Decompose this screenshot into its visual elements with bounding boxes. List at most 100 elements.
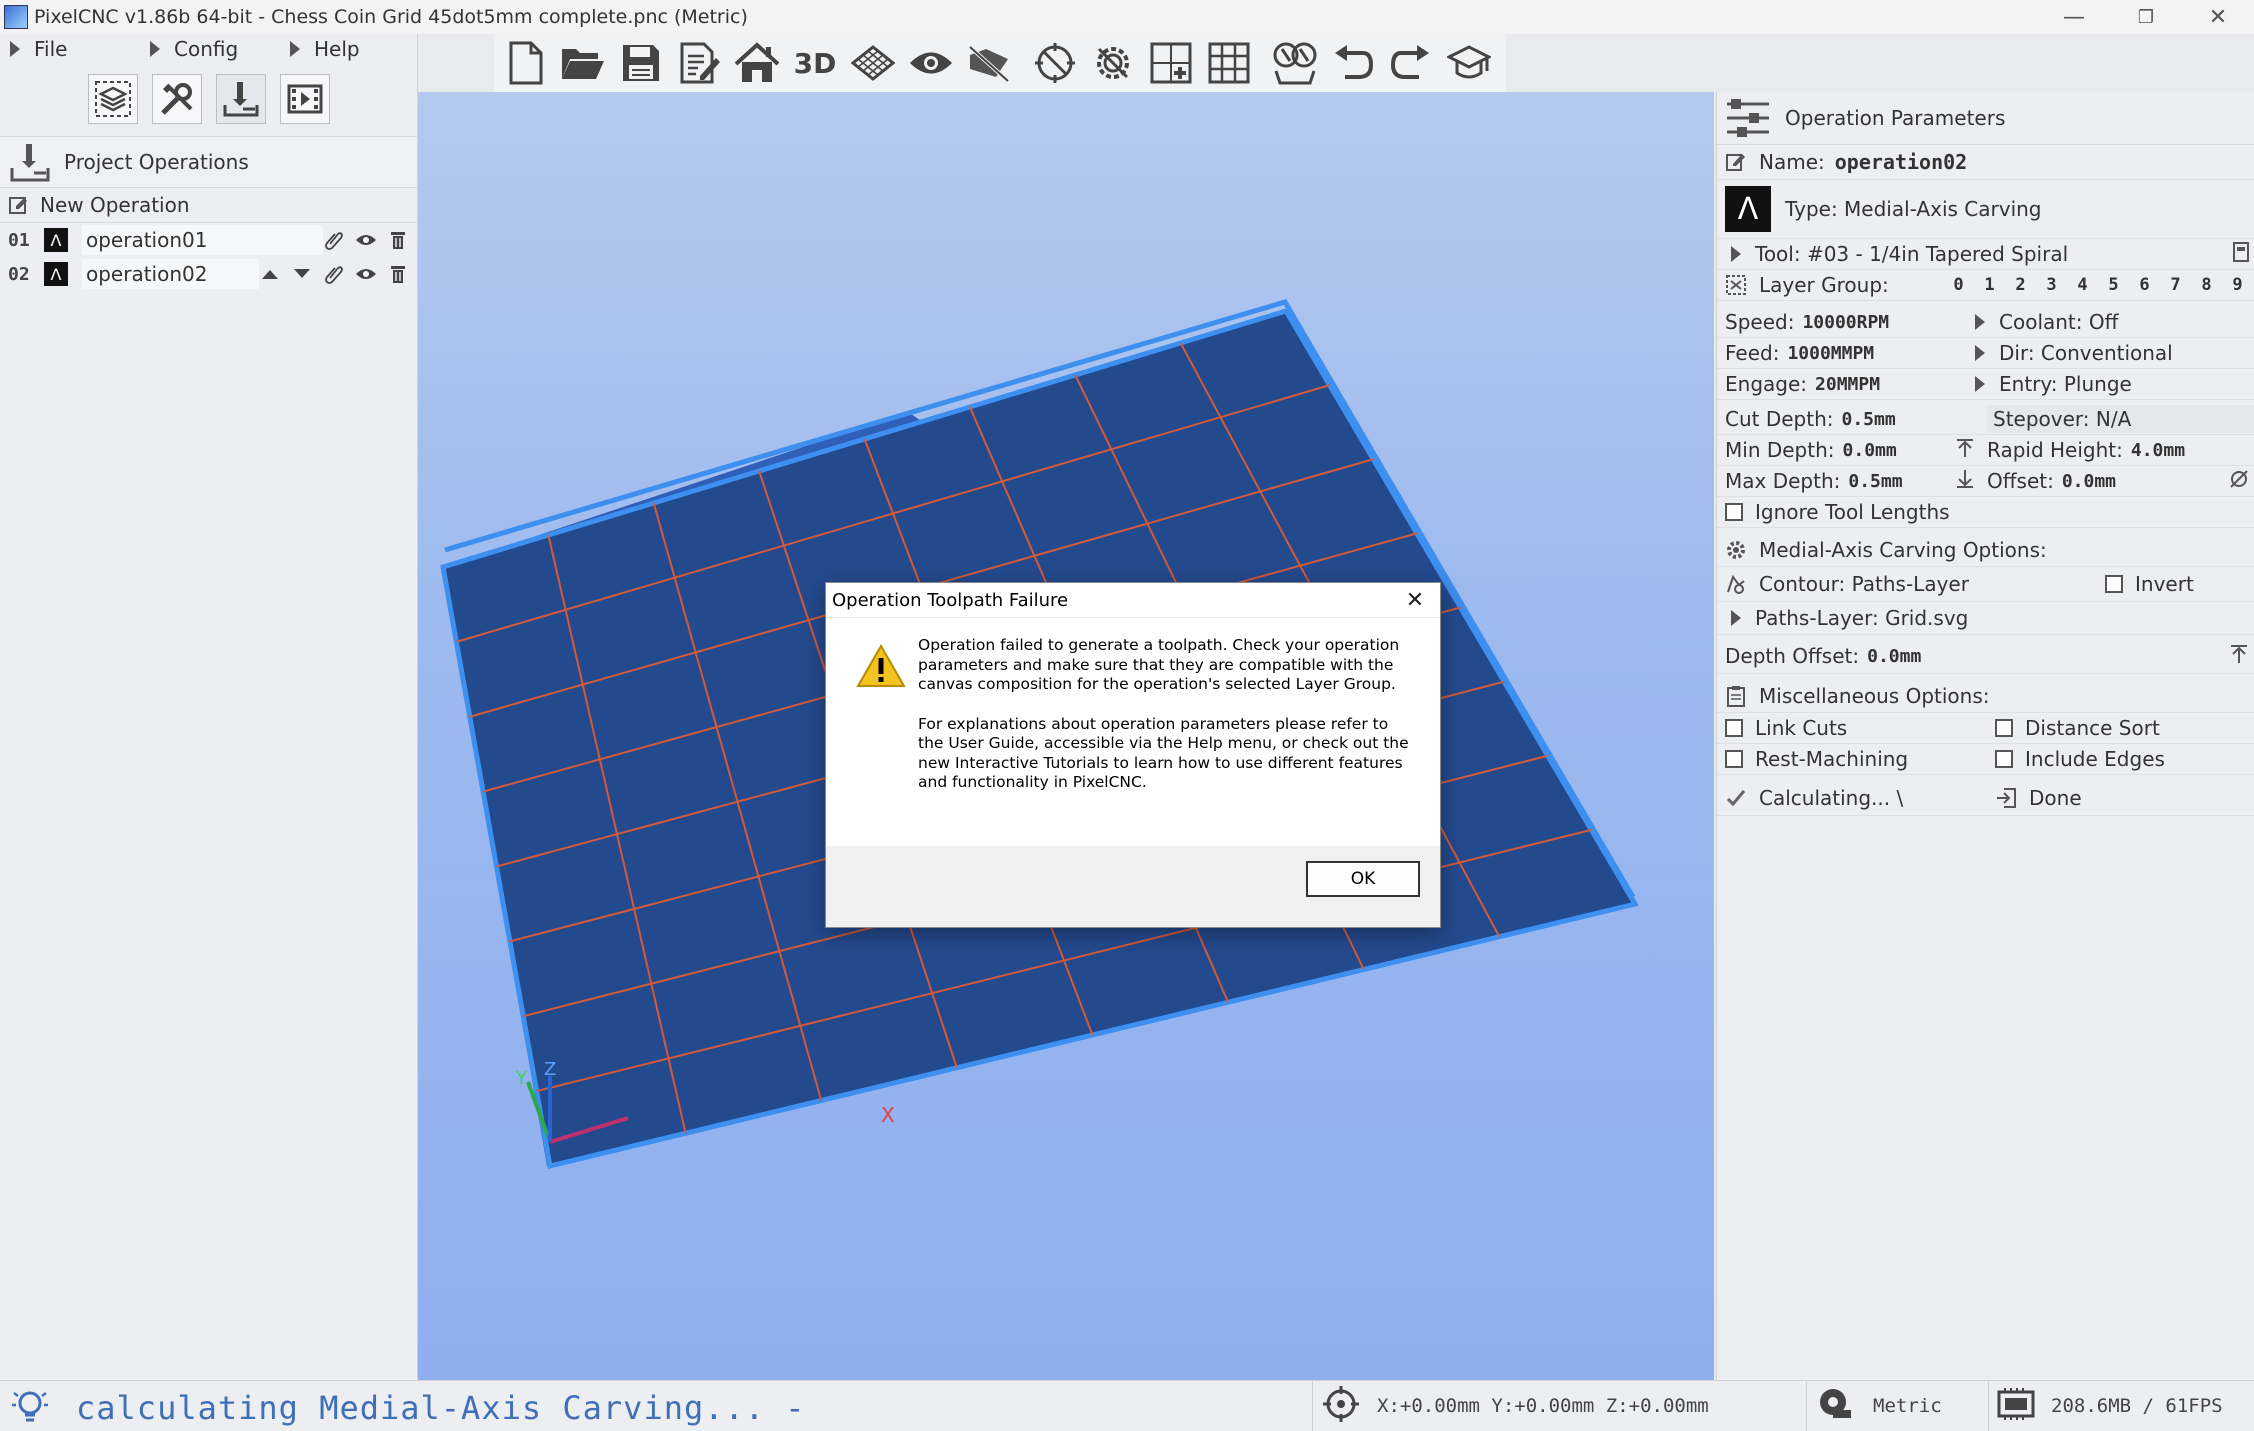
arrow-up-icon [1955, 438, 1987, 463]
stepover-field[interactable]: Stepover: N/A [1987, 405, 2254, 433]
ok-button[interactable]: OK [1306, 861, 1420, 897]
undo-button[interactable] [1328, 38, 1378, 88]
distance-sort-checkbox[interactable] [1995, 719, 2013, 737]
operation-parameters-header: Operation Parameters [1717, 92, 2254, 145]
new-file-button[interactable] [500, 38, 550, 88]
entry-dropdown[interactable]: Entry: Plunge [1975, 372, 2132, 396]
invert-option[interactable]: Invert [2105, 572, 2194, 596]
no-toolpath-icon [1035, 43, 1075, 83]
menu-config[interactable]: Config [150, 37, 290, 61]
operation-row-01[interactable]: 01 Λ operation01 [0, 223, 417, 257]
rest-machining-checkbox[interactable] [1725, 750, 1743, 768]
wireframe-view-button[interactable] [848, 38, 898, 88]
toolpath-settings-button[interactable] [1088, 38, 1138, 88]
operation-name[interactable]: operation02 [82, 259, 259, 289]
rest-machining-option[interactable]: Rest-Machining [1725, 747, 1995, 771]
name-row[interactable]: Name: operation02 [1717, 145, 2254, 180]
name-value[interactable]: operation02 [1835, 150, 1967, 174]
min-depth-row: Min Depth: 0.0mm Rapid Height: 4.0mm [1717, 435, 2254, 466]
calculate-button[interactable]: Calculating... \ [1725, 786, 1995, 810]
minimize-button[interactable]: — [2040, 0, 2108, 34]
direction-dropdown[interactable]: Dir: Conventional [1975, 341, 2173, 365]
layer-digit-5[interactable]: 5 [2098, 275, 2129, 295]
operation-parameters-panel: Operation Parameters Name: operation02 Λ… [1716, 92, 2254, 1380]
include-edges-checkbox[interactable] [1995, 750, 2013, 768]
paperclip-icon[interactable] [323, 229, 345, 251]
arrow-down-icon [1955, 469, 1987, 494]
speed-field[interactable]: Speed: 10000RPM [1725, 310, 1975, 334]
coolant-dropdown[interactable]: Coolant: Off [1975, 310, 2118, 334]
layer-digit-9[interactable]: 9 [2222, 275, 2253, 295]
hide-mesh-button[interactable] [964, 38, 1014, 88]
layer-digit-2[interactable]: 2 [2005, 275, 2036, 295]
graduation-cap-icon [1447, 45, 1491, 79]
ignore-tool-lengths-row[interactable]: Ignore Tool Lengths [1717, 497, 2254, 528]
eye-icon[interactable] [355, 263, 377, 285]
cut-depth-field[interactable]: Cut Depth: 0.5mm [1725, 407, 1987, 431]
tool-library-button[interactable] [1270, 38, 1320, 88]
simulation-tab[interactable] [279, 74, 330, 124]
edit-notes-button[interactable] [674, 38, 724, 88]
eye-icon[interactable] [355, 229, 377, 251]
include-edges-option[interactable]: Include Edges [1995, 747, 2165, 771]
paths-layer-row[interactable]: Paths-Layer: Grid.svg [1717, 602, 2254, 635]
redo-button[interactable] [1386, 38, 1436, 88]
trash-icon[interactable] [387, 229, 409, 251]
coordinates-readout: X:+0.00mm Y:+0.00mm Z:+0.00mm [1312, 1381, 1811, 1431]
tool-info-icon[interactable] [2233, 241, 2249, 267]
offset-field[interactable]: Offset: 0.0mm [1955, 469, 2254, 494]
new-operation-button[interactable]: New Operation [0, 188, 417, 223]
distance-sort-option[interactable]: Distance Sort [1995, 716, 2160, 740]
layer-digit-1[interactable]: 1 [1974, 275, 2005, 295]
operation-name[interactable]: operation01 [82, 225, 323, 255]
menu-help[interactable]: Help [290, 37, 360, 61]
tutorials-button[interactable] [1444, 38, 1494, 88]
min-depth-field[interactable]: Min Depth: 0.0mm [1725, 438, 1955, 462]
move-down-icon[interactable] [291, 263, 313, 285]
trash-icon[interactable] [387, 263, 409, 285]
restore-button[interactable]: ❐ [2112, 0, 2180, 34]
link-cuts-option[interactable]: Link Cuts [1725, 716, 1995, 740]
grid-button[interactable] [1204, 38, 1254, 88]
view-3d-button[interactable]: 3D [790, 38, 840, 88]
invert-checkbox[interactable] [2105, 575, 2123, 593]
ignore-tool-lengths-checkbox[interactable] [1725, 503, 1743, 521]
layer-digit-4[interactable]: 4 [2067, 275, 2098, 295]
units-readout[interactable]: Metric [1806, 1381, 1997, 1431]
open-file-button[interactable] [558, 38, 608, 88]
operation-row-02[interactable]: 02 Λ operation02 [0, 257, 417, 291]
close-window-button[interactable]: ✕ [2184, 0, 2252, 34]
paperclip-icon[interactable] [323, 263, 345, 285]
operations-tab[interactable] [215, 74, 266, 124]
feed-field[interactable]: Feed: 1000MMPM [1725, 341, 1975, 365]
rapid-height-label: Rapid Height: [1987, 438, 2123, 462]
layers-tab[interactable] [87, 74, 138, 124]
menu-file[interactable]: File [10, 37, 150, 61]
done-button[interactable]: Done [1995, 786, 2082, 810]
depth-offset-row[interactable]: Depth Offset: 0.0mm [1717, 639, 2254, 674]
dialog-close-button[interactable]: ✕ [1400, 585, 1430, 615]
home-view-button[interactable] [732, 38, 782, 88]
save-button[interactable] [616, 38, 666, 88]
visibility-button[interactable] [906, 38, 956, 88]
layer-digit-3[interactable]: 3 [2036, 275, 2067, 295]
layer-digit-8[interactable]: 8 [2191, 275, 2222, 295]
layer-digit-7[interactable]: 7 [2160, 275, 2191, 295]
engage-field[interactable]: Engage: 20MMPM [1725, 372, 1975, 396]
add-region-button[interactable] [1146, 38, 1196, 88]
toolpath-toggle-button[interactable] [1030, 38, 1080, 88]
rapid-height-field[interactable]: Rapid Height: 4.0mm [1955, 438, 2185, 463]
max-depth-value: 0.5mm [1848, 470, 1903, 492]
layer-digit-6[interactable]: 6 [2129, 275, 2160, 295]
max-depth-field[interactable]: Max Depth: 0.5mm [1725, 469, 1955, 493]
layer-digit-0[interactable]: 0 [1943, 275, 1974, 295]
lightbulb-icon [10, 1387, 50, 1431]
gear-slash-icon [1097, 47, 1129, 79]
move-up-icon[interactable] [259, 263, 281, 285]
stepover-label: Stepover: N/A [1993, 407, 2132, 431]
link-cuts-checkbox[interactable] [1725, 719, 1743, 737]
tool-label: Tool: #03 - 1/4in Tapered Spiral [1755, 242, 2069, 266]
tools-tab[interactable] [151, 74, 202, 124]
contour-dropdown[interactable]: Contour: Paths-Layer [1725, 572, 2105, 596]
tool-row[interactable]: Tool: #03 - 1/4in Tapered Spiral [1717, 239, 2254, 270]
